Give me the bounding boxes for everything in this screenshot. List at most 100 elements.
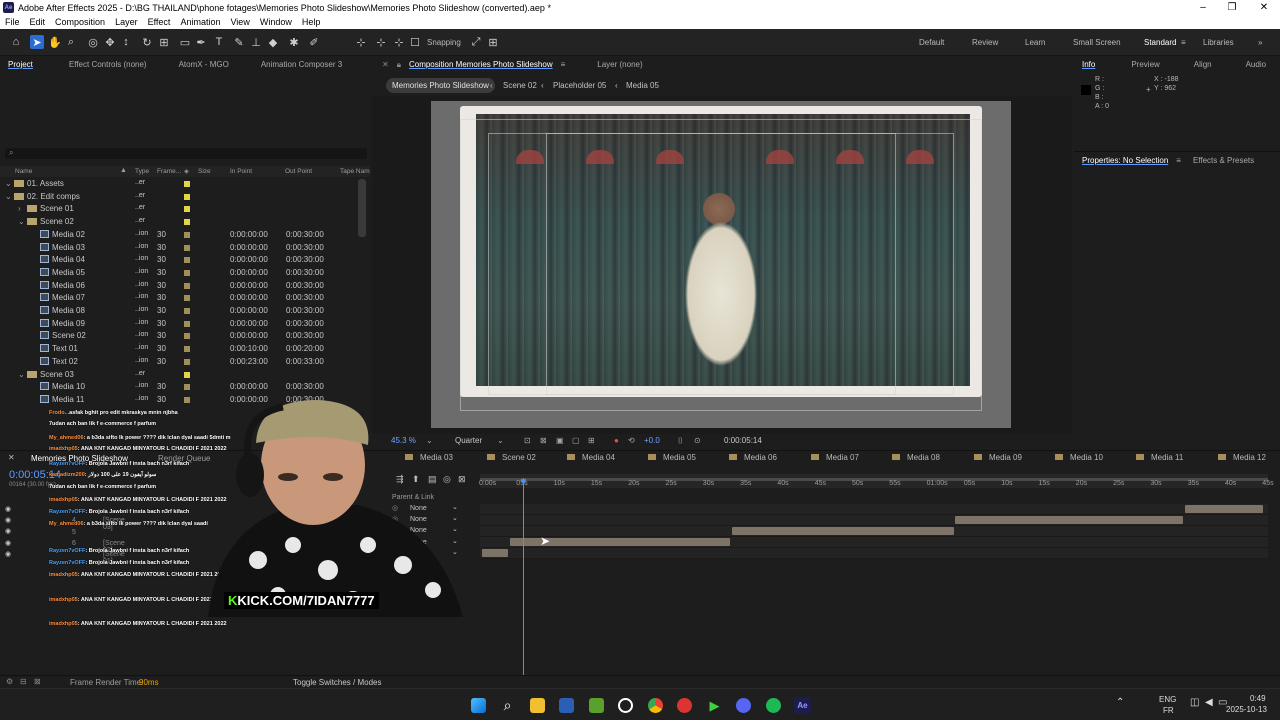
render-options-icon[interactable]: ⚙ (6, 677, 13, 686)
workspace-standard[interactable]: Standard (1144, 38, 1176, 47)
exposure-reset-icon[interactable]: ⟲ (628, 436, 635, 445)
playhead-handle-icon[interactable]: ▼ (518, 478, 529, 488)
expand-pane-icon[interactable]: ⊟ (20, 677, 27, 686)
timeline-close-icon[interactable]: ✕ (8, 453, 15, 462)
col-size[interactable]: Size (198, 168, 211, 175)
disclosure-triangle-icon[interactable]: ⌄ (5, 179, 12, 188)
tab-menu-icon[interactable]: ≡ (1174, 156, 1183, 165)
clone-stamp-icon[interactable]: ⊥ (249, 35, 263, 49)
col-in-point[interactable]: In Point (230, 168, 252, 175)
network-icon[interactable]: ◫ (1190, 697, 1199, 708)
mask-visibility-icon[interactable]: ▣ (556, 436, 564, 445)
project-row[interactable]: Media 08 ..ion 30 0:00:00:00 0:00:30:00 (0, 304, 360, 317)
close-tab-icon[interactable]: ✕ (376, 60, 395, 69)
comp-nav-tab[interactable]: Media 07 (811, 453, 859, 465)
col-name[interactable]: Name (15, 168, 32, 175)
selection-tool-icon[interactable]: ➤ (30, 35, 44, 49)
comp-nav-tab[interactable]: Media 10 (1055, 453, 1103, 465)
eye-icon[interactable]: ◉ (5, 527, 11, 535)
more-workspaces-icon[interactable]: » (1258, 38, 1262, 47)
breadcrumb-item[interactable]: Memories Photo Slideshow (386, 78, 495, 93)
project-scrollbar[interactable] (358, 179, 366, 237)
layer-duration-bar[interactable] (732, 527, 954, 535)
label-color-swatch[interactable] (184, 332, 190, 341)
project-row[interactable]: Media 10 ..ion 30 0:00:00:00 0:00:30:00 (0, 380, 360, 393)
axis-view-icon[interactable]: ⊹ (392, 35, 406, 49)
tab-effects-presets[interactable]: Effects & Presets (1187, 156, 1260, 165)
lock-icon[interactable]: 🔒︎ (395, 60, 403, 70)
guides-icon[interactable]: ▢ (572, 436, 580, 445)
type-tool-icon[interactable]: T (212, 35, 226, 49)
comp-nav-tab[interactable]: Media 04 (567, 453, 615, 465)
tab-atomx[interactable]: AtomX - MGO (173, 60, 235, 69)
color-channel-icon[interactable]: ● (614, 436, 619, 445)
col-out-point[interactable]: Out Point (285, 168, 312, 175)
windows-start-icon[interactable] (471, 698, 486, 713)
tab-composition[interactable]: Composition Memories Photo Slideshow (403, 60, 559, 69)
eye-icon[interactable]: ◉ (5, 539, 11, 547)
file-explorer-icon[interactable] (530, 698, 545, 713)
menu-edit[interactable]: Edit (25, 17, 51, 27)
comp-nav-tab[interactable]: Scene 02 (487, 453, 536, 465)
layer-duration-bar[interactable] (955, 516, 1183, 524)
label-color-swatch[interactable] (184, 193, 190, 202)
tab-project[interactable]: Project (2, 60, 39, 69)
breadcrumb-item[interactable]: Placeholder 05 (553, 81, 606, 90)
workspace-review[interactable]: Review (972, 38, 998, 47)
col-type[interactable]: Type (135, 168, 149, 175)
layer-duration-bar[interactable] (482, 549, 508, 557)
tray-chevron-icon[interactable]: ⌃ (1116, 697, 1124, 708)
chrome-icon[interactable] (648, 698, 663, 713)
project-row[interactable]: Media 09 ..ion 30 0:00:00:00 0:00:30:00 (0, 317, 360, 330)
project-row[interactable]: Media 07 ..ion 30 0:00:00:00 0:00:30:00 (0, 291, 360, 304)
tab-info[interactable]: Info (1076, 60, 1101, 69)
clock-time[interactable]: 0:49 (1250, 694, 1266, 703)
disclosure-triangle-icon[interactable]: ⌄ (18, 217, 25, 226)
eye-icon[interactable]: ◉ (5, 505, 11, 513)
play-icon[interactable]: ▶ (707, 698, 722, 713)
puppet-pin-icon[interactable]: ✐ (307, 35, 321, 49)
exposure-value[interactable]: +0.0 (644, 436, 660, 445)
anchor-tool-icon[interactable]: ⊞ (157, 35, 171, 49)
workspace-libraries[interactable]: Libraries (1203, 38, 1234, 47)
col-frame[interactable]: Frame... (157, 168, 181, 175)
app-icon[interactable] (589, 698, 604, 713)
tab-preview[interactable]: Preview (1125, 60, 1165, 69)
comp-nav-tab[interactable]: Media 06 (729, 453, 777, 465)
volume-icon[interactable]: ◀ (1205, 697, 1213, 708)
label-color-swatch[interactable] (184, 383, 190, 392)
label-color-swatch[interactable] (184, 282, 190, 291)
workspace-small-screen[interactable]: Small Screen (1073, 38, 1121, 47)
close-button[interactable]: ✕ (1248, 0, 1280, 15)
breadcrumb-item[interactable]: Scene 02 (503, 81, 537, 90)
comp-nav-tab[interactable]: Media 09 (974, 453, 1022, 465)
label-color-swatch[interactable] (184, 371, 190, 380)
minimize-button[interactable]: – (1187, 0, 1219, 15)
pan-camera-icon[interactable]: ✥ (103, 35, 117, 49)
label-color-swatch[interactable] (184, 180, 190, 189)
rectangle-tool-icon[interactable]: ▭ (178, 35, 192, 49)
tab-properties[interactable]: Properties: No Selection (1076, 156, 1174, 165)
dolly-camera-icon[interactable]: ↕ (119, 35, 133, 49)
snapshot-icon[interactable]: ⌷ (678, 436, 683, 446)
3d-view-icon[interactable]: ⊞ (588, 436, 595, 445)
tab-align[interactable]: Align (1188, 60, 1218, 69)
label-color-swatch[interactable] (184, 345, 190, 354)
orbit-camera-icon[interactable]: ◎ (86, 35, 100, 49)
label-color-swatch[interactable] (184, 358, 190, 367)
breadcrumb-item[interactable]: Media 05 (626, 81, 659, 90)
comp-nav-tab[interactable]: Media 11 (1136, 453, 1183, 465)
project-row[interactable]: ⌄ 02. Edit comps ..er (0, 190, 360, 203)
project-row[interactable]: Media 06 ..ion 30 0:00:00:00 0:00:30:00 (0, 279, 360, 292)
zoom-tool-icon[interactable]: ⌕ (64, 35, 78, 49)
label-color-swatch[interactable] (184, 307, 190, 316)
project-row[interactable]: Media 03 ..ion 30 0:00:00:00 0:00:30:00 (0, 241, 360, 254)
disclosure-triangle-icon[interactable]: ⌄ (18, 370, 25, 379)
label-color-swatch[interactable] (184, 320, 190, 329)
snap-grid-icon[interactable]: ⊞ (486, 35, 500, 49)
menu-file[interactable]: File (0, 17, 25, 27)
region-of-interest-icon[interactable]: ⊡ (524, 436, 531, 445)
project-row[interactable]: Media 04 ..ion 30 0:00:00:00 0:00:30:00 (0, 253, 360, 266)
project-row[interactable]: ⌄ Scene 03 ..er (0, 368, 360, 381)
label-color-swatch[interactable] (184, 269, 190, 278)
